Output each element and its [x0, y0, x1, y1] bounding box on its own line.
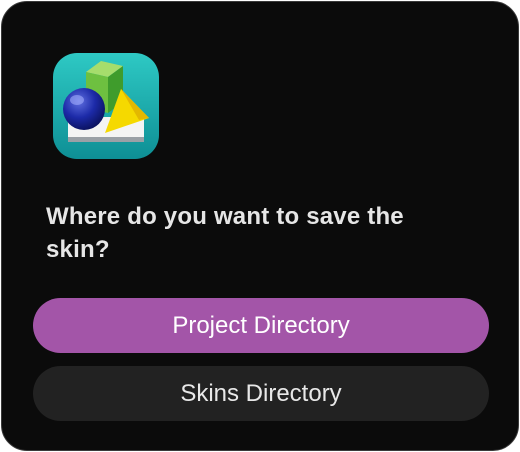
project-directory-button[interactable]: Project Directory: [33, 298, 489, 353]
save-location-question: Where do you want to save the skin?: [46, 203, 404, 263]
skins-directory-button[interactable]: Skins Directory: [33, 366, 489, 421]
skin-editor-app-icon: [53, 53, 159, 159]
save-skin-dialog: Where do you want to save the skin? Proj…: [1, 1, 519, 451]
